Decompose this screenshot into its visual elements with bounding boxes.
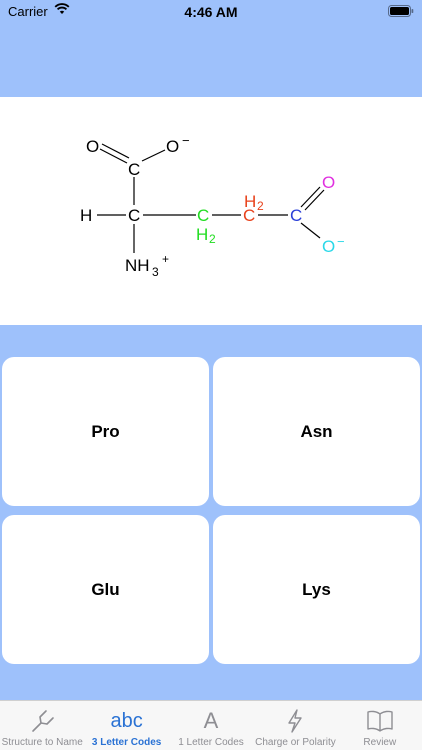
tab-structure-to-name[interactable]: Structure to Name: [0, 701, 84, 750]
atom-c-alpha: C: [128, 206, 140, 225]
subscript-2-red: 2: [257, 199, 264, 213]
structure-panel: O O − C H C NH 3 + C H 2 H 2 C C O O −: [0, 97, 422, 325]
answer-choice-glu[interactable]: Glu: [2, 515, 209, 664]
subscript-2-green: 2: [209, 232, 216, 246]
atom-h-green: H: [196, 225, 208, 244]
atom-o-cyan: O: [322, 237, 335, 256]
tab-label: Review: [363, 737, 397, 748]
answer-label: Pro: [91, 421, 120, 441]
charge-plus: +: [162, 252, 169, 266]
status-bar: Carrier 4:46 AM: [0, 0, 422, 22]
tab-label: Structure to Name: [1, 737, 83, 748]
abc-icon: abc: [110, 709, 143, 732]
atom-c-delta-red: C: [243, 206, 255, 225]
answer-label: Glu: [91, 579, 120, 599]
tuning-fork-icon: [29, 707, 55, 735]
answer-label: Asn: [300, 421, 333, 441]
tab-label: 3 Letter Codes: [91, 737, 162, 748]
tab-3-letter-codes[interactable]: abc 3 Letter Codes: [84, 701, 168, 750]
atom-nh: NH: [125, 256, 150, 275]
atom-o-minus: O: [166, 137, 179, 156]
book-icon: [366, 707, 394, 735]
glutamate-structure-diagram: O O − C H C NH 3 + C H 2 H 2 C C O O −: [80, 133, 345, 279]
answer-label: Lys: [302, 579, 331, 599]
charge-minus-2: −: [337, 234, 345, 249]
battery-icon: [388, 5, 414, 20]
atom-h: H: [80, 206, 92, 225]
letter-a-icon: A: [203, 708, 219, 733]
tab-bar: Structure to Name abc 3 Letter Codes A 1…: [0, 700, 422, 750]
answer-choice-pro[interactable]: Pro: [2, 357, 209, 506]
atom-c-carboxyl: C: [128, 160, 140, 179]
subscript-3: 3: [152, 265, 159, 279]
atom-o-magenta: O: [322, 173, 335, 192]
tab-label: Charge or Polarity: [255, 737, 336, 748]
answer-choice-asn[interactable]: Asn: [213, 357, 420, 506]
atom-c-gamma-green: C: [197, 206, 209, 225]
charge-minus-1: −: [182, 133, 190, 148]
tab-1-letter-codes[interactable]: A 1 Letter Codes: [169, 701, 253, 750]
clock: 4:46 AM: [184, 4, 238, 20]
tab-label: 1 Letter Codes: [178, 737, 244, 748]
lightning-icon: [284, 707, 306, 735]
atom-o-top: O: [86, 137, 99, 156]
tab-charge-or-polarity[interactable]: Charge or Polarity: [253, 701, 337, 750]
answer-choice-lys[interactable]: Lys: [213, 515, 420, 664]
tab-review[interactable]: Review: [338, 701, 422, 750]
atom-c-carboxyl-blue: C: [290, 206, 302, 225]
